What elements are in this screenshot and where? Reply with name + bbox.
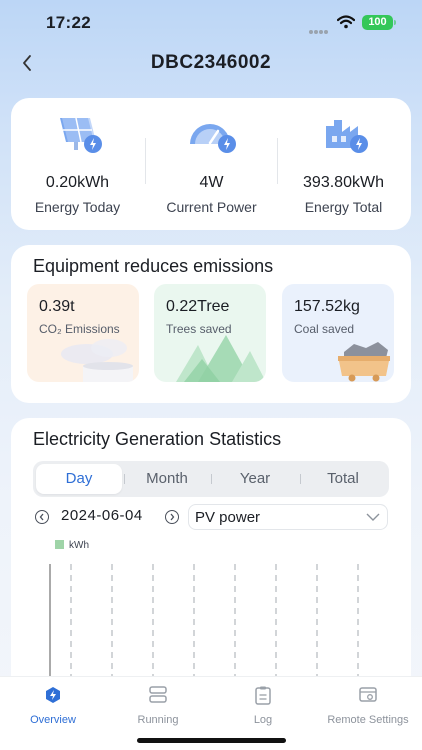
- legend-label: kWh: [69, 540, 89, 551]
- power-type-select[interactable]: PV power: [188, 504, 388, 530]
- energy-today: 0.20kWh Energy Today: [11, 114, 144, 215]
- current-power-label: Current Power: [166, 199, 257, 215]
- date-picker[interactable]: 2024-06-04: [61, 507, 143, 524]
- trees-value: 0.22Tree: [166, 298, 230, 315]
- co2-value: 0.39t: [39, 298, 75, 315]
- factory-bolt-icon: [325, 120, 368, 153]
- tab-remote-settings[interactable]: Remote Settings: [318, 685, 418, 726]
- tab-remote-settings-label: Remote Settings: [327, 714, 409, 726]
- cloud-smoke-icon: [61, 339, 133, 382]
- tab-running-label: Running: [137, 714, 179, 726]
- emissions-card: Equipment reduces emissions 0.39t CO₂ Em…: [11, 245, 411, 403]
- energy-summary-card: 0.20kWh Energy Today 4W Current Power 39…: [11, 98, 411, 230]
- coal-cart-icon: [338, 342, 390, 382]
- coal-value: 157.52kg: [294, 298, 360, 315]
- coal-tile: 157.52kg Coal saved: [282, 284, 394, 382]
- generation-stats-card: Electricity Generation Statistics Day Mo…: [11, 418, 411, 718]
- clipboard-icon: [255, 686, 271, 705]
- status-bar: 17:22 100: [0, 0, 422, 44]
- status-time: 17:22: [46, 13, 91, 32]
- speedometer-icon: [189, 124, 236, 153]
- tab-year[interactable]: Year: [212, 464, 298, 494]
- tab-log-label: Log: [253, 714, 273, 726]
- legend-swatch: [55, 540, 64, 549]
- energy-total-value: 393.80kWh: [303, 174, 384, 191]
- chevron-down-icon: [366, 513, 380, 521]
- solar-panel-icon: [59, 117, 102, 153]
- next-date-button[interactable]: [165, 510, 179, 524]
- stats-title: Electricity Generation Statistics: [33, 429, 282, 449]
- energy-total-label: Energy Total: [304, 199, 383, 215]
- trees-icon: [176, 335, 266, 382]
- coal-label: Coal saved: [294, 322, 355, 336]
- chevron-left-icon: [39, 513, 44, 521]
- chart-legend: kWh: [55, 540, 89, 551]
- current-power-value: 4W: [199, 174, 224, 191]
- tab-month[interactable]: Month: [124, 464, 210, 494]
- power-type-value: PV power: [195, 509, 261, 526]
- home-indicator: [137, 738, 286, 743]
- date-row: 2024-06-04 PV power: [33, 504, 389, 530]
- energy-total: 393.80kWh Energy Total: [277, 114, 410, 215]
- trees-tile: 0.22Tree Trees saved: [154, 284, 266, 382]
- battery-icon: 100: [362, 15, 396, 30]
- tab-day[interactable]: Day: [36, 464, 122, 494]
- nav-bar: DBC2346002: [0, 44, 422, 84]
- tab-overview[interactable]: Overview: [3, 685, 103, 726]
- tab-log[interactable]: Log: [213, 685, 313, 726]
- chevron-right-icon: [170, 513, 175, 521]
- emissions-title: Equipment reduces emissions: [33, 256, 274, 276]
- settings-window-icon: [359, 687, 377, 702]
- current-power: 4W Current Power: [145, 114, 278, 215]
- wifi-icon: [337, 15, 355, 29]
- server-icon: [149, 686, 167, 703]
- tab-overview-label: Overview: [30, 714, 76, 726]
- energy-today-label: Energy Today: [34, 199, 121, 215]
- tab-total[interactable]: Total: [300, 464, 386, 494]
- tab-running[interactable]: Running: [108, 685, 208, 726]
- co2-tile: 0.39t CO₂ Emissions: [27, 284, 139, 382]
- page-title: DBC2346002: [150, 52, 272, 73]
- bolt-hex-icon: [46, 687, 60, 703]
- period-tabs: Day Month Year Total: [33, 461, 389, 497]
- cellular-signal-icon: [309, 21, 329, 34]
- energy-today-value: 0.20kWh: [45, 174, 110, 191]
- previous-date-button[interactable]: [35, 510, 49, 524]
